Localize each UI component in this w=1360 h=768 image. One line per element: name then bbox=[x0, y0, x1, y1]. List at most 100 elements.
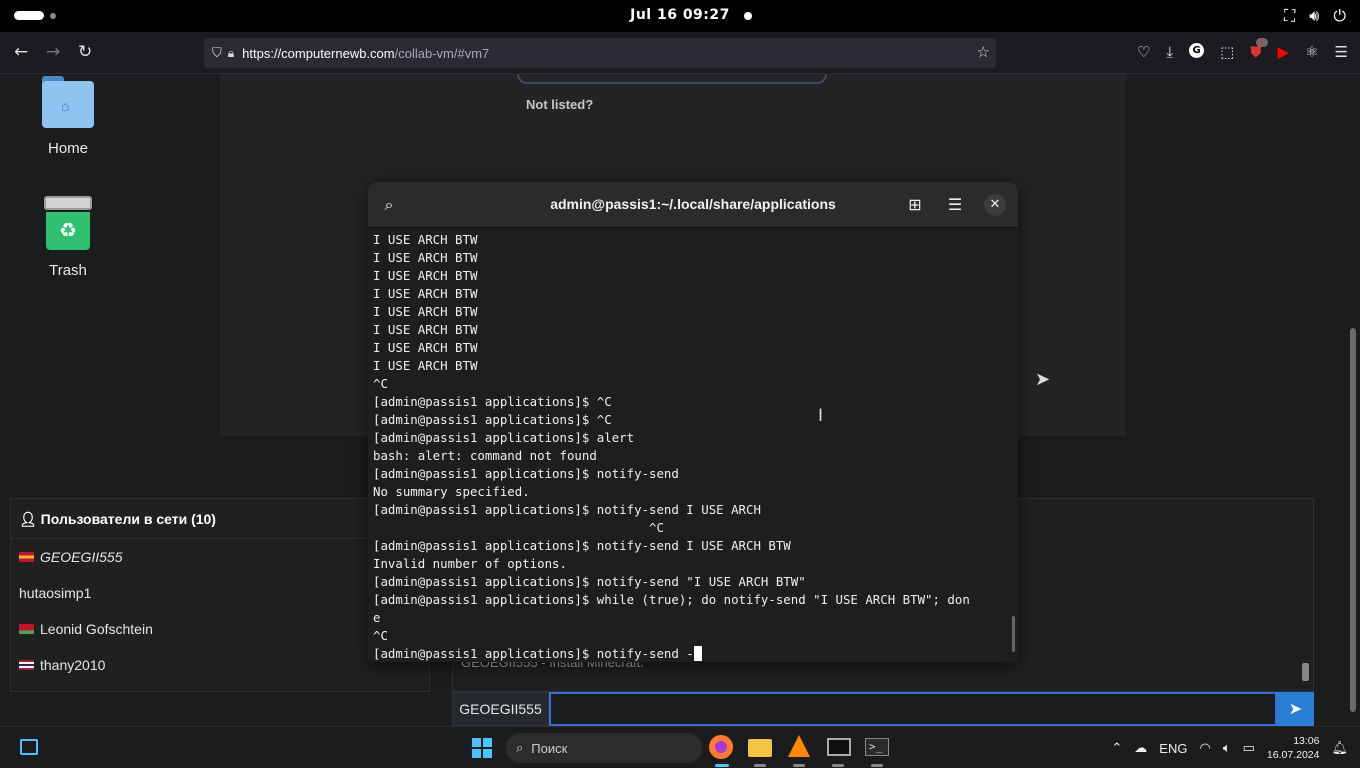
terminal-scrollbar[interactable] bbox=[1012, 616, 1015, 652]
ublock-icon[interactable]: ⛊ 2 bbox=[1250, 38, 1268, 61]
terminal-line: [admin@passis1 applications]$ ^C bbox=[373, 412, 612, 427]
vlc-icon[interactable] bbox=[788, 735, 810, 757]
power-icon: ⏻ bbox=[1333, 6, 1346, 25]
tracking-shield-icon[interactable]: ⛉ bbox=[212, 45, 222, 61]
page-scrollbar-thumb[interactable] bbox=[1350, 328, 1356, 712]
terminal-line: ^C bbox=[373, 628, 388, 643]
user-list-item[interactable]: thany2010 bbox=[11, 647, 429, 683]
desktop-icon-home[interactable]: ⌂ Home bbox=[18, 76, 118, 157]
lock-icon[interactable]: 🔒︎ bbox=[228, 46, 234, 61]
menu-icon[interactable]: ☰ bbox=[944, 194, 966, 216]
desktop-icon-label: Home bbox=[47, 140, 88, 157]
bookmark-star-icon[interactable]: ☆ bbox=[977, 43, 990, 61]
pocket-icon[interactable]: ♡ bbox=[1137, 43, 1150, 61]
taskbar-date: 16.07.2024 bbox=[1266, 749, 1320, 761]
terminal-titlebar[interactable]: ⌕ admin@passis1:~/.local/share/applicati… bbox=[368, 182, 1018, 228]
user-icon: 👤︎ bbox=[19, 511, 37, 527]
user-list-item[interactable]: GEOEGII555 bbox=[11, 539, 429, 575]
widgets-icon[interactable] bbox=[20, 739, 38, 755]
terminal-line: [admin@passis1 applications]$ notify-sen… bbox=[373, 502, 761, 517]
flag-icon bbox=[19, 552, 34, 562]
search-icon: ⌕ bbox=[516, 740, 524, 755]
search-placeholder: Поиск bbox=[531, 740, 568, 756]
terminal-line: [admin@passis1 applications]$ alert bbox=[373, 430, 635, 445]
app-menu-icon[interactable]: ☰ bbox=[1335, 43, 1348, 61]
youtube-extension-icon[interactable]: ▶ bbox=[1278, 43, 1290, 61]
online-users-header: 👤︎ Пользователи в сети (10) bbox=[11, 499, 429, 539]
notification-bell-icon[interactable]: 🔔︎ bbox=[1331, 740, 1348, 756]
notification-dot bbox=[744, 12, 752, 20]
battery-icon[interactable]: ▭ bbox=[1243, 740, 1255, 756]
firefox-icon[interactable] bbox=[709, 735, 733, 759]
downloads-icon[interactable]: ⤓ bbox=[1166, 43, 1173, 61]
online-users-title: Пользователи в сети (10) bbox=[40, 511, 216, 527]
online-users-panel: 👤︎ Пользователи в сети (10) GEOEGII555 h… bbox=[10, 498, 430, 692]
app-indicator bbox=[754, 764, 766, 767]
taskbar-clock[interactable]: 13:06 16.07.2024 bbox=[1267, 734, 1320, 762]
chat-scrollbar[interactable] bbox=[1302, 663, 1309, 681]
grammarly-icon[interactable]: G bbox=[1189, 43, 1205, 58]
text-cursor-icon: I bbox=[818, 406, 824, 426]
chevron-up-icon[interactable]: ⌃ bbox=[1111, 740, 1122, 756]
language-indicator[interactable]: ENG bbox=[1159, 741, 1187, 756]
system-menu[interactable]: ⛶ 🔊︎ ⏻ bbox=[1284, 6, 1346, 26]
url-bar[interactable]: ⛉ 🔒︎ https://computernewb.com/collab-vm/… bbox=[204, 38, 996, 68]
close-icon[interactable]: ✕ bbox=[984, 194, 1006, 216]
terminal-line: ^C bbox=[373, 520, 664, 535]
terminal-line: I USE ARCH BTW bbox=[373, 304, 478, 319]
file-explorer-icon[interactable] bbox=[748, 739, 772, 757]
chat-send-button[interactable]: ➤ bbox=[1277, 692, 1314, 726]
terminal-line: [admin@passis1 applications]$ notify-sen… bbox=[373, 574, 806, 589]
terminal-output[interactable]: I USE ARCH BTW I USE ARCH BTW I USE ARCH B… bbox=[368, 228, 1018, 662]
speaker-icon[interactable]: 🔈︎ bbox=[1223, 740, 1231, 756]
onedrive-icon[interactable]: ☁ bbox=[1134, 740, 1147, 756]
extensions-icon[interactable]: ⬚ bbox=[1220, 43, 1234, 61]
start-button[interactable] bbox=[472, 738, 492, 758]
terminal-line: e bbox=[373, 610, 381, 625]
send-icon: ➤ bbox=[1288, 701, 1303, 718]
terminal-line: No summary specified. bbox=[373, 484, 530, 499]
page-scrollbar[interactable] bbox=[1346, 74, 1360, 726]
terminal-line: ^C bbox=[373, 376, 388, 391]
app-indicator bbox=[871, 764, 883, 767]
terminal-line: I USE ARCH BTW bbox=[373, 322, 478, 337]
back-icon[interactable]: ← bbox=[14, 42, 28, 62]
user-list-item[interactable]: Leonid Gofschtein bbox=[11, 611, 429, 647]
clock[interactable]: Jul 16 09:27 bbox=[0, 7, 1360, 23]
react-devtools-icon[interactable]: ⚛ bbox=[1305, 43, 1318, 61]
gnome-top-bar: Jul 16 09:27 ⛶ 🔊︎ ⏻ bbox=[0, 0, 1360, 32]
windows-taskbar: ⌕ Поиск >_ ⌃ ☁ ENG ◠ 🔈︎ ▭ 13:06 16.07.20… bbox=[0, 726, 1360, 768]
app-indicator bbox=[832, 764, 844, 767]
terminal-line: I USE ARCH BTW bbox=[373, 268, 478, 283]
terminal-line: [admin@passis1 applications]$ while (tru… bbox=[373, 592, 970, 607]
volume-icon: 🔊︎ bbox=[1309, 6, 1320, 25]
not-listed-link[interactable]: Not listed? bbox=[526, 97, 593, 112]
terminal-prompt-line[interactable]: [admin@passis1 applications]$ notify-sen… bbox=[373, 645, 1013, 662]
terminal-line: I USE ARCH BTW bbox=[373, 232, 478, 247]
terminal-line: I USE ARCH BTW bbox=[373, 340, 478, 355]
console-icon[interactable] bbox=[827, 738, 851, 756]
taskbar-search[interactable]: ⌕ Поиск bbox=[506, 733, 702, 763]
terminal-line: [admin@passis1 applications]$ notify-sen… bbox=[373, 466, 679, 481]
browser-extensions: ♡ ⤓ G ⬚ ⛊ 2 ▶ ⚛ ☰ bbox=[1137, 38, 1348, 61]
wifi-icon[interactable]: ◠ bbox=[1199, 740, 1210, 756]
terminal-line: I USE ARCH BTW bbox=[373, 358, 478, 373]
login-user-field[interactable] bbox=[517, 74, 827, 84]
reload-icon[interactable]: ↻ bbox=[78, 42, 92, 62]
folder-home-icon: ⌂ bbox=[42, 76, 94, 128]
desktop-icon-label: Trash bbox=[49, 262, 87, 279]
terminal-line: [admin@passis1 applications]$ ^C bbox=[373, 394, 612, 409]
app-indicator bbox=[793, 764, 805, 767]
terminal-app-icon[interactable]: >_ bbox=[865, 738, 889, 756]
chat-input[interactable] bbox=[549, 692, 1277, 726]
network-icon: ⛶ bbox=[1284, 6, 1296, 25]
url-host: https://computernewb.com bbox=[242, 45, 395, 61]
forward-icon[interactable]: → bbox=[46, 42, 60, 62]
new-tab-icon[interactable]: ⊞ bbox=[904, 194, 926, 216]
browser-toolbar: ← → ↻ ⛉ 🔒︎ https://computernewb.com/coll… bbox=[0, 32, 1360, 74]
chat-username[interactable]: GEOEGII555 bbox=[452, 692, 549, 726]
ublock-badge: 2 bbox=[1256, 38, 1268, 47]
terminal-window[interactable]: ⌕ admin@passis1:~/.local/share/applicati… bbox=[368, 182, 1018, 662]
desktop-icon-trash[interactable]: ♻ Trash bbox=[18, 196, 118, 279]
user-list-item[interactable]: hutaosimp1 bbox=[11, 575, 429, 611]
